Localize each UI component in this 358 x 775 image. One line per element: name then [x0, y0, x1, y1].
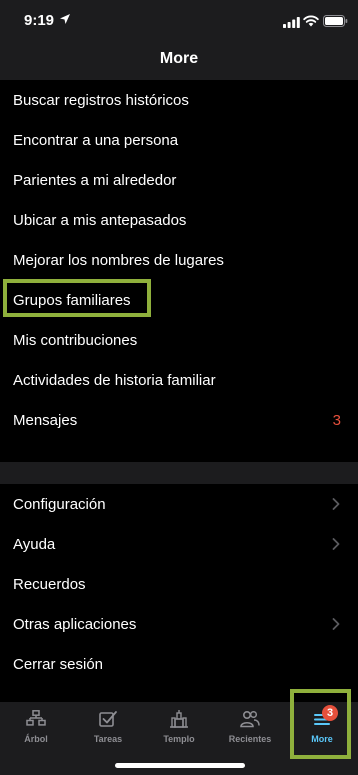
unread-count: 3 — [332, 411, 341, 429]
menu-item-mis-contribuciones[interactable]: Mis contribuciones — [0, 320, 358, 360]
menu-item-label: Grupos familiares — [13, 291, 131, 309]
more-menu: Buscar registros históricos Encontrar a … — [0, 80, 358, 684]
menu-item-label: Ayuda — [13, 535, 56, 553]
menu-item-encontrar-persona[interactable]: Encontrar a una persona — [0, 120, 358, 160]
menu-item-parientes-alrededor[interactable]: Parientes a mi alrededor — [0, 160, 358, 200]
menu-item-label: Ubicar a mis antepasados — [13, 211, 187, 229]
tasks-icon — [99, 711, 117, 727]
menu-item-buscar-registros[interactable]: Buscar registros históricos — [0, 80, 358, 120]
menu-item-ayuda[interactable]: Ayuda — [0, 524, 358, 564]
battery-icon — [323, 15, 348, 27]
menu-item-label: Buscar registros históricos — [13, 91, 189, 109]
wifi-icon — [303, 15, 319, 27]
menu-item-label: Otras aplicaciones — [13, 615, 137, 633]
section-divider — [0, 462, 358, 484]
location-arrow-icon — [60, 14, 70, 24]
menu-item-grupos-familiares[interactable]: Grupos familiares — [0, 280, 358, 320]
page-title: More — [159, 50, 199, 67]
menu-item-label: Mis contribuciones — [13, 331, 138, 349]
menu-item-label: Configuración — [13, 495, 106, 513]
notification-badge: 3 — [322, 705, 338, 721]
status-bar: 9:19 — [0, 0, 358, 44]
people-icon — [240, 710, 260, 728]
menu-item-actividades-historia[interactable]: Actividades de historia familiar — [0, 360, 358, 400]
menu-item-label: Parientes a mi alrededor — [13, 171, 177, 189]
menu-item-label: Mensajes — [13, 411, 78, 429]
tab-label: More — [311, 734, 333, 744]
menu-item-otras-aplicaciones[interactable]: Otras aplicaciones — [0, 604, 358, 644]
home-indicator — [115, 763, 245, 768]
tab-label: Templo — [163, 734, 195, 744]
menu-item-label: Encontrar a una persona — [13, 131, 179, 149]
chevron-right-icon — [332, 498, 340, 510]
tab-more[interactable]: 3 More — [286, 702, 358, 752]
menu-item-ubicar-antepasados[interactable]: Ubicar a mis antepasados — [0, 200, 358, 240]
tree-icon — [26, 710, 46, 726]
menu-item-cerrar-sesion[interactable]: Cerrar sesión — [0, 644, 358, 684]
header-bar: 9:19 More — [0, 0, 358, 80]
menu-item-recuerdos[interactable]: Recuerdos — [0, 564, 358, 604]
tab-label: Tareas — [93, 734, 123, 744]
tab-recientes[interactable]: Recientes — [214, 702, 286, 752]
menu-item-configuracion[interactable]: Configuración — [0, 484, 358, 524]
temple-icon — [170, 710, 188, 728]
menu-item-mejorar-lugares[interactable]: Mejorar los nombres de lugares — [0, 240, 358, 280]
menu-item-label: Actividades de historia familiar — [13, 371, 216, 389]
tab-label: Recientes — [228, 734, 272, 744]
menu-item-label: Recuerdos — [13, 575, 86, 593]
menu-item-label: Cerrar sesión — [13, 655, 104, 673]
cellular-signal-icon — [283, 17, 300, 28]
menu-item-mensajes[interactable]: Mensajes 3 — [0, 400, 358, 440]
chevron-right-icon — [332, 618, 340, 630]
tab-templo[interactable]: Templo — [143, 702, 215, 752]
tab-arbol[interactable]: Árbol — [0, 702, 72, 752]
chevron-right-icon — [332, 538, 340, 550]
tab-tareas[interactable]: Tareas — [72, 702, 144, 752]
menu-item-label: Mejorar los nombres de lugares — [13, 251, 224, 269]
tab-label: Árbol — [24, 734, 48, 744]
status-time: 9:19 — [24, 12, 55, 29]
